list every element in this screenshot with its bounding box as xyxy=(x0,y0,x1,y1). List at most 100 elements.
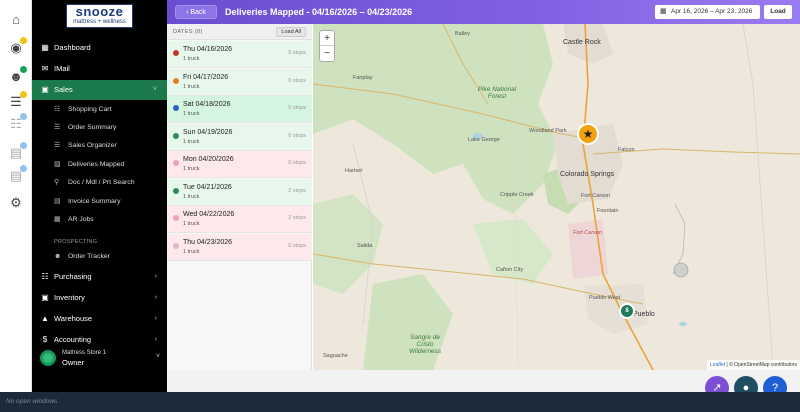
delivery-marker[interactable]: 8 xyxy=(619,303,635,319)
date-row[interactable]: Mon 04/20/2026 1 truck 0 stops xyxy=(167,151,312,178)
date-label: Thu 04/16/2026 xyxy=(183,46,233,53)
calendar-icon: ▦ xyxy=(660,8,667,15)
stop-count: 0 stops xyxy=(288,77,306,84)
sidebar-item-sales[interactable]: ▣ Sales ˅ xyxy=(32,80,167,100)
sidebar-item-label: Warehouse xyxy=(54,314,93,323)
sidebar-item-purchasing[interactable]: ☷ Purchasing › xyxy=(32,267,167,287)
sidebar-subitem-label: Sales Organizer xyxy=(68,142,117,149)
date-label: Fri 04/17/2026 xyxy=(183,73,229,81)
date-row[interactable]: Wed 04/22/2026 1 truck 2 stops xyxy=(167,206,312,233)
back-button[interactable]: ‹ Back xyxy=(175,5,217,19)
home-icon[interactable]: ⌂ xyxy=(8,12,24,28)
map-label: Saguache xyxy=(323,353,348,359)
map-icon: ▨ xyxy=(54,161,61,168)
date-row[interactable]: Tue 04/21/2026 1 truck 2 stops xyxy=(167,178,312,206)
map-label: Falcon xyxy=(618,147,635,153)
map-pin-icon[interactable]: ◉ xyxy=(8,37,27,56)
truck-count: 1 truck xyxy=(183,56,200,62)
date-row[interactable]: Thu 04/16/2026 1 truck 0 stops xyxy=(167,41,312,68)
sidebar-subitem-doc-search[interactable]: ⚲ Doc / Mdl / Prt Search xyxy=(32,174,167,192)
map-label: Cañon City xyxy=(496,267,524,273)
taskbar-status: No open windows xyxy=(6,398,58,405)
dates-panel: DATES (8) Load All Thu 04/16/2026 1 truck… xyxy=(167,24,312,370)
dollar-icon: $ xyxy=(42,335,48,344)
sidebar-item-inventory[interactable]: ▣ Inventory › xyxy=(32,288,167,308)
sales-icon: ▣ xyxy=(41,85,49,94)
stop-count: 0 stops xyxy=(288,50,306,56)
notification-dot xyxy=(20,142,27,149)
map-label: Cripple Creek xyxy=(500,192,534,198)
chevron-right-icon: › xyxy=(154,294,157,301)
report-icon[interactable]: ▤ xyxy=(8,165,27,184)
origin-star-marker[interactable]: ★ xyxy=(577,123,599,145)
checklist-icon[interactable]: ☰ xyxy=(8,91,27,110)
sidebar-subitem-invoice-summary[interactable]: ▤ Invoice Summary xyxy=(32,193,167,211)
sidebar-subitem-deliveries-mapped[interactable]: ▨ Deliveries Mapped xyxy=(32,156,167,174)
notification-dot xyxy=(20,113,27,120)
sidebar-subitem-ar-jobs[interactable]: ▦ AR Jobs xyxy=(32,211,167,229)
map-view[interactable]: + − Bailey Castle Rock Fairplay Pike Nat… xyxy=(313,24,800,370)
map-label: Pueblo xyxy=(633,311,655,318)
report-icon[interactable]: ▤ xyxy=(8,142,27,161)
sidebar-subitem-sales-organizer[interactable]: ☰ Sales Organizer xyxy=(32,137,167,155)
date-range-value: Apr 16, 2026 – Apr 23, 2026 xyxy=(671,8,753,15)
sidebar-subitem-label: Invoice Summary xyxy=(68,198,121,205)
date-row[interactable]: Sat 04/18/2026 1 truck 0 stops xyxy=(167,96,312,123)
date-row[interactable]: Sun 04/19/2026 1 truck 0 stops xyxy=(167,123,312,151)
sidebar-subitem-label: Order Summary xyxy=(68,124,117,131)
map-label: Castle Rock xyxy=(563,39,601,46)
load-button[interactable]: Load xyxy=(764,5,792,19)
mail-icon: ✉ xyxy=(41,64,49,73)
people-icon: ☻ xyxy=(54,253,62,260)
sidebar-item-label: Dashboard xyxy=(54,43,91,52)
cart-icon[interactable]: ☷ xyxy=(8,113,27,132)
sidebar-item-dashboard[interactable]: ▦ Dashboard xyxy=(32,38,167,58)
stop-count: 0 stops xyxy=(288,105,306,111)
cart-icon: ☷ xyxy=(41,272,49,281)
company-logo[interactable]: snooze mattress + wellness xyxy=(66,4,133,28)
logo-tagline: mattress + wellness xyxy=(73,19,126,25)
back-label: Back xyxy=(190,9,206,16)
chevron-right-icon: › xyxy=(154,273,157,280)
map-canvas xyxy=(313,24,800,370)
table-icon: ▦ xyxy=(54,216,61,223)
zoom-control: + − xyxy=(319,30,335,62)
map-label: Pike National Forest xyxy=(477,86,517,100)
stop-count: 0 stops xyxy=(288,132,306,139)
route-color-dot xyxy=(173,242,179,249)
user-role: Owner xyxy=(62,358,85,367)
sidebar-subitem-label: Order Tracker xyxy=(68,253,110,260)
page-title: Deliveries Mapped - 04/16/2026 – 04/23/2… xyxy=(225,7,413,17)
date-row[interactable]: Thu 04/23/2026 1 truck 0 stops xyxy=(167,233,312,261)
settings-icon[interactable]: ⚙ xyxy=(8,195,24,211)
sidebar-item-label: Accounting xyxy=(54,335,92,344)
map-label: Pueblo West xyxy=(589,295,621,301)
sidebar-item-imail[interactable]: ✉ IMail xyxy=(32,59,167,79)
users-icon[interactable]: ☻ xyxy=(8,66,27,85)
chevron-right-icon: › xyxy=(154,336,157,343)
user-switcher[interactable]: Mattress Store 1 Owner ˅ xyxy=(40,348,162,370)
zoom-out-button[interactable]: − xyxy=(320,46,334,61)
leaflet-link[interactable]: Leaflet xyxy=(710,362,725,368)
sidebar-subitem-shopping-cart[interactable]: ☷ Shopping Cart xyxy=(32,101,167,119)
taskbar: No open windows xyxy=(0,392,800,412)
warehouse-icon: ▲ xyxy=(41,314,49,323)
date-label: Wed 04/22/2026 xyxy=(183,211,235,218)
date-range-picker[interactable]: ▦ Apr 16, 2026 – Apr 23, 2026 xyxy=(655,5,760,19)
sidebar-item-accounting[interactable]: $ Accounting › xyxy=(32,330,167,350)
load-all-button[interactable]: Load All xyxy=(276,27,306,37)
zoom-in-button[interactable]: + xyxy=(320,31,334,46)
sidebar-item-warehouse[interactable]: ▲ Warehouse › xyxy=(32,309,167,329)
date-label: Thu 04/23/2026 xyxy=(183,238,233,246)
date-row[interactable]: Fri 04/17/2026 1 truck 0 stops xyxy=(167,68,312,96)
sidebar-subitem-order-tracker[interactable]: ☻ Order Tracker xyxy=(32,248,167,266)
sidebar: snooze mattress + wellness ▦ Dashboard ✉… xyxy=(32,0,167,392)
route-color-dot xyxy=(173,187,179,194)
notification-dot xyxy=(20,165,27,172)
lake xyxy=(679,322,687,326)
section-label-prospecting: PROSPECTING xyxy=(54,239,98,245)
route-color-dot xyxy=(173,132,179,139)
truck-count: 1 truck xyxy=(183,193,200,200)
sidebar-subitem-order-summary[interactable]: ☰ Order Summary xyxy=(32,119,167,137)
notification-dot xyxy=(20,91,27,98)
